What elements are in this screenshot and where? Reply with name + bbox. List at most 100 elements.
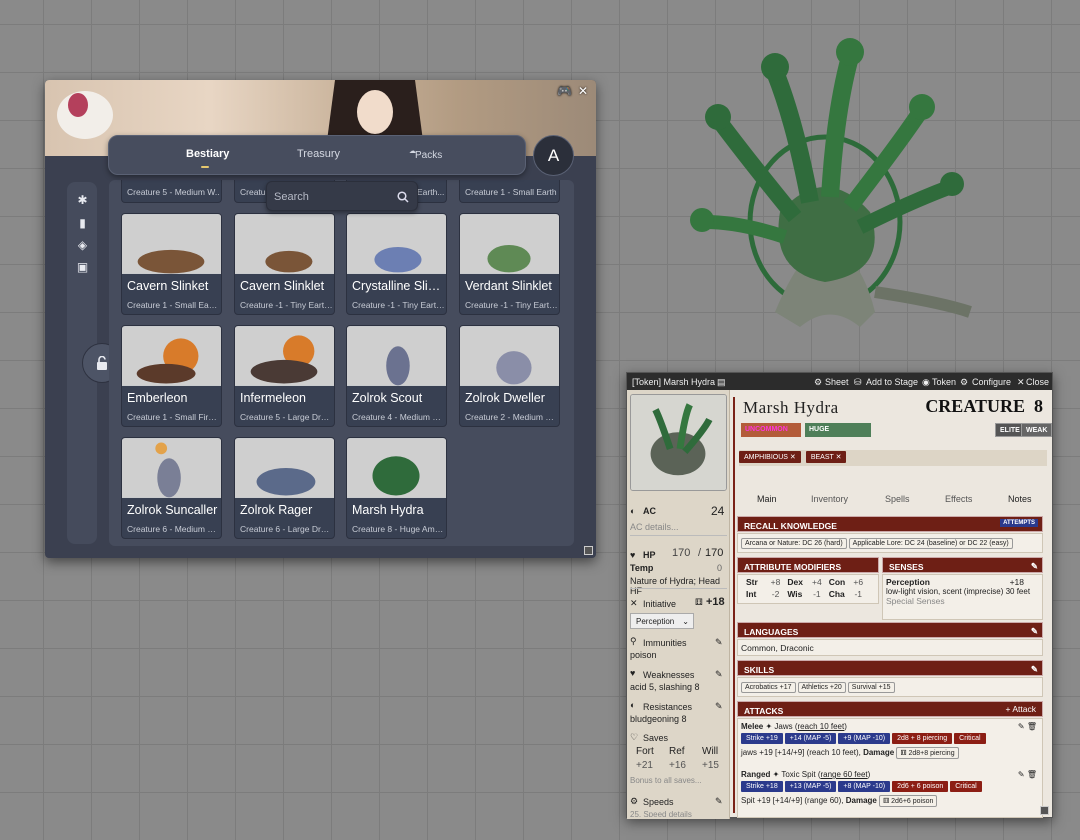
resize-handle[interactable]	[584, 546, 593, 555]
perception-value[interactable]: +18	[1010, 577, 1024, 587]
tab-effects[interactable]: Effects	[945, 494, 972, 504]
attack-name[interactable]: Toxic Spit	[781, 770, 815, 779]
attr-value[interactable]: -1	[805, 589, 829, 599]
creature-card[interactable]: Zolrok Suncaller Creature 6 - Medium Dr.…	[121, 437, 222, 539]
attr-value[interactable]: +8	[764, 577, 788, 587]
ref-value[interactable]: +16	[669, 760, 686, 771]
creature-card[interactable]: Verdant Slinklet Creature -1 - Tiny Eart…	[459, 213, 560, 315]
strike-button[interactable]: Strike +19	[741, 733, 783, 744]
cards-icon[interactable]: ▮	[76, 216, 89, 230]
dice-icon[interactable]: ⚅	[695, 597, 703, 608]
asterisk-icon[interactable]: ✱	[76, 193, 89, 207]
strike-button[interactable]: Strike +18	[741, 781, 783, 792]
close-button[interactable]: Close	[1026, 377, 1049, 387]
attr-value[interactable]: +4	[805, 577, 829, 587]
add-attack-button[interactable]: + Attack	[1006, 704, 1036, 714]
creature-portrait[interactable]	[630, 394, 727, 491]
creature-card[interactable]: Marsh Hydra Creature 8 - Huge Amp...	[346, 437, 447, 539]
tab-notes[interactable]: Notes	[1008, 494, 1032, 504]
hp-value[interactable]: 170	[672, 547, 690, 559]
trait-tag[interactable]: BEAST ✕	[805, 451, 847, 463]
gear-icon: ⚙	[814, 377, 823, 387]
tab-spells[interactable]: Spells	[885, 494, 910, 504]
edit-icon[interactable]: ✎	[715, 701, 723, 712]
creature-image	[122, 438, 221, 498]
strike-map5-button[interactable]: +13 (MAP -5)	[784, 781, 837, 792]
strike-map10-button[interactable]: +9 (MAP -10)	[838, 733, 891, 744]
edit-icon[interactable]: ✎	[1031, 561, 1038, 572]
hp-notes[interactable]: Nature of Hydra; Head HF	[630, 576, 729, 596]
attr-value[interactable]: -1	[846, 589, 870, 599]
ac-details[interactable]: AC details...	[630, 522, 679, 532]
saves-bonus[interactable]: Bonus to all saves...	[630, 776, 702, 785]
skill-pill[interactable]: Survival +15	[847, 682, 895, 693]
close-icon[interactable]: ✕	[578, 84, 588, 98]
edit-delete-icons[interactable]: ✎ 🗑	[1018, 770, 1037, 779]
critical-button[interactable]: Critical	[950, 781, 982, 792]
creature-card[interactable]: Zolrok Dweller Creature 2 - Medium Hu...	[459, 325, 560, 427]
ac-value[interactable]: 24	[711, 504, 724, 518]
sheet-button[interactable]: Sheet	[825, 377, 849, 387]
creature-card[interactable]: Crystalline Slink... Creature -1 - Tiny …	[346, 213, 447, 315]
damage-roll-pill[interactable]: ⚅ 2d6+6 poison	[879, 795, 938, 807]
creature-card[interactable]: Zolrok Scout Creature 4 - Medium Hu...	[346, 325, 447, 427]
avatar-letter: A	[547, 145, 560, 165]
creature-level[interactable]: 8	[1034, 396, 1043, 416]
skill-pill[interactable]: Acrobatics +17	[741, 682, 796, 693]
skill-pill[interactable]: Athletics +20	[797, 682, 846, 693]
tab-treasury[interactable]: Treasury	[297, 148, 340, 160]
critical-button[interactable]: Critical	[954, 733, 986, 744]
hydra-token[interactable]	[660, 12, 990, 352]
creature-card[interactable]: Zolrok Rager Creature 6 - Large Drag...	[234, 437, 335, 539]
strike-map5-button[interactable]: +14 (MAP -5)	[784, 733, 837, 744]
tab-bestiary[interactable]: Bestiary	[186, 148, 229, 160]
creature-card[interactable]: Cavern Slinklet Creature -1 - Tiny Earth…	[234, 213, 335, 315]
edit-icon[interactable]: ✎	[715, 637, 723, 648]
resize-handle[interactable]	[1040, 806, 1049, 815]
creature-card[interactable]: Emberleon Creature 1 - Small Fire ...	[121, 325, 222, 427]
trait-tag[interactable]: AMPHIBIOUS ✕	[739, 451, 801, 463]
damage-roll-pill[interactable]: ⚅ 2d8+8 piercing	[896, 747, 959, 759]
discord-icon[interactable]: 🎮	[557, 84, 572, 98]
card-partial[interactable]: Creature 5 - Medium W...	[121, 180, 222, 203]
tab-inventory[interactable]: Inventory	[811, 494, 848, 504]
size-tag[interactable]: HUGE	[805, 423, 871, 437]
temp-hp-value[interactable]: 0	[717, 563, 722, 573]
attr-value[interactable]: -2	[764, 589, 788, 599]
card-partial[interactable]: Creature 1 - Small Earth...	[459, 180, 560, 203]
attempts-button[interactable]: ATTEMPTS	[1000, 519, 1038, 527]
languages-label: LANGUAGES	[744, 627, 799, 637]
fort-value[interactable]: +21	[636, 760, 653, 771]
edit-icon[interactable]: ✎	[715, 796, 723, 807]
attribute-header: ATTRIBUTE MODIFIERS	[737, 557, 879, 573]
weak-button[interactable]: WEAK	[1021, 423, 1053, 437]
creature-name[interactable]: Marsh Hydra	[743, 398, 839, 418]
avatar[interactable]: A	[533, 135, 574, 176]
creature-card[interactable]: Infermeleon Creature 5 - Large Drag...	[234, 325, 335, 427]
token-button[interactable]: Token	[932, 377, 956, 387]
will-value[interactable]: +15	[702, 760, 719, 771]
damage-button[interactable]: 2d8 + 8 piercing	[892, 733, 953, 744]
damage-button[interactable]: 2d6 + 6 poison	[892, 781, 949, 792]
damage-label: Damage	[863, 748, 895, 757]
add-to-stage-button[interactable]: Add to Stage	[866, 377, 918, 387]
initiative-skill-select[interactable]: Perception ⌄	[630, 613, 694, 629]
attack-name[interactable]: Jaws	[774, 722, 792, 731]
special-senses[interactable]: Special Senses	[886, 596, 1039, 606]
rarity-tag[interactable]: UNCOMMON	[741, 423, 801, 437]
edit-delete-icons[interactable]: ✎ 🗑	[1018, 722, 1037, 731]
edit-icon[interactable]: ✎	[715, 669, 723, 680]
layers-icon[interactable]: ◈	[76, 238, 89, 252]
creature-card[interactable]: Cavern Slinket Creature 1 - Small Earth.…	[121, 213, 222, 315]
configure-button[interactable]: Configure	[972, 377, 1011, 387]
search-input[interactable]	[274, 188, 392, 206]
strike-map10-button[interactable]: +8 (MAP -10)	[838, 781, 891, 792]
tab-main[interactable]: Main	[757, 494, 777, 504]
attr-value[interactable]: +6	[846, 577, 870, 587]
document-icon[interactable]: ▤	[717, 377, 726, 388]
edit-icon[interactable]: ✎	[1031, 664, 1038, 675]
edit-icon[interactable]: ✎	[1031, 626, 1038, 637]
search-icon[interactable]	[397, 191, 409, 203]
contact-icon[interactable]: ▣	[76, 260, 89, 274]
tab-packs[interactable]: Packs	[415, 150, 442, 161]
